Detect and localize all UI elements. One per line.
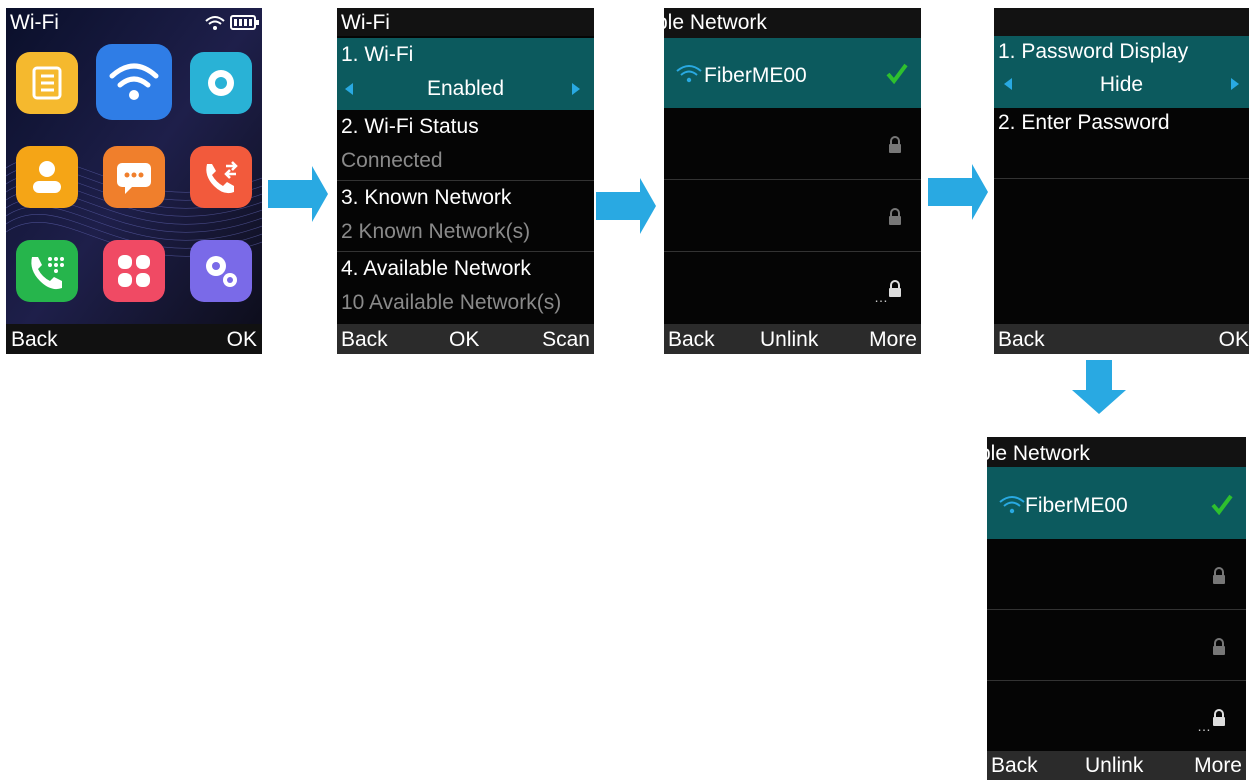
menu-item-value: Connected [341, 149, 443, 172]
password-display-value: Hide [1099, 73, 1144, 96]
softkey-bar: Back OK [994, 324, 1249, 354]
ok-softkey[interactable]: OK [1219, 327, 1249, 353]
network-name: FiberME00 [704, 64, 807, 87]
menu-item-label: 4. Available Network [341, 257, 531, 280]
dialer-app-icon[interactable] [16, 240, 78, 302]
divider [994, 178, 1249, 179]
menu-item-label: 2. Enter Password [998, 111, 1170, 134]
wifi-signal-icon [205, 16, 225, 30]
network-row-selected[interactable]: FiberME00 [664, 38, 921, 108]
call-forward-app-icon[interactable] [190, 146, 252, 208]
network-row[interactable] [987, 610, 1246, 680]
softkey-bar: Back Unlink More [987, 751, 1246, 780]
back-softkey[interactable]: Back [991, 753, 1038, 779]
menu-item-label: 2. Wi-Fi Status [341, 115, 479, 138]
directory-app-icon[interactable] [16, 52, 78, 114]
menu-item-known-network[interactable]: 3. Known Network 2 Known Network(s) [337, 181, 594, 251]
wifi-enabled-value: Enabled [426, 77, 505, 100]
more-dots-icon: … [874, 289, 888, 305]
back-softkey[interactable]: Back [11, 327, 58, 353]
title-bar: Wi-Fi [337, 8, 594, 36]
screen-title: Wi-Fi [10, 11, 59, 34]
checkmark-icon [1211, 494, 1233, 515]
more-softkey[interactable]: More [1194, 753, 1242, 779]
lock-icon [889, 208, 901, 225]
lock-icon [889, 136, 901, 153]
messages-app-icon[interactable] [103, 146, 165, 208]
title-bar [994, 8, 1249, 36]
network-name: FiberME00 [1025, 494, 1128, 517]
network-row[interactable] [664, 108, 921, 178]
network-row[interactable] [664, 180, 921, 250]
checkmark-icon [886, 63, 908, 84]
network-row[interactable]: … [987, 681, 1246, 751]
settings-app-icon[interactable] [190, 52, 252, 114]
lock-icon [1213, 567, 1225, 584]
wifi-signal-icon [999, 496, 1025, 514]
contacts-app-icon[interactable] [16, 146, 78, 208]
right-arrow-icon[interactable] [572, 83, 580, 95]
down-arrow-icon [1072, 360, 1126, 414]
unlink-softkey[interactable]: Unlink [760, 327, 818, 353]
lock-icon [889, 280, 901, 297]
lock-icon [1213, 638, 1225, 655]
title-bar: ble Network [664, 8, 921, 38]
screen-available-network: ble Network FiberME00 … Back Unlink More [664, 8, 921, 354]
menu-item-wifi-status[interactable]: 2. Wi-Fi Status Connected [337, 110, 594, 180]
right-arrow-icon [268, 166, 328, 222]
screen-title: ble Network [664, 11, 767, 34]
lock-icon [1213, 709, 1225, 726]
network-row[interactable]: … [664, 252, 921, 322]
title-bar: ble Network [987, 437, 1246, 467]
back-softkey[interactable]: Back [341, 327, 388, 353]
menu-item-label: 3. Known Network [341, 186, 512, 209]
menu-item-label: 1. Wi-Fi [341, 43, 414, 66]
network-row-selected[interactable]: FiberME00 [987, 467, 1246, 539]
advanced-settings-app-icon[interactable] [190, 240, 252, 302]
wifi-app-icon[interactable] [96, 44, 172, 120]
softkey-bar: Back Unlink More [664, 324, 921, 354]
menu-item-available-network[interactable]: 4. Available Network 10 Available Networ… [337, 252, 594, 322]
ok-softkey[interactable]: OK [227, 327, 257, 353]
right-arrow-icon [928, 164, 988, 220]
screen-title: ble Network [987, 442, 1090, 465]
menu-item-value: 2 Known Network(s) [341, 220, 531, 243]
menu-item-wifi[interactable]: 1. Wi-Fi Enabled [337, 38, 594, 110]
softkey-bar: Back OK [6, 324, 262, 354]
screen-password: 1. Password Display Hide 2. Enter Passwo… [994, 8, 1249, 354]
screen-home: Wi-Fi Back OK [6, 8, 262, 354]
menu-item-label: 1. Password Display [998, 40, 1189, 63]
features-app-icon[interactable] [103, 240, 165, 302]
status-bar: Wi-Fi [6, 8, 262, 38]
more-softkey[interactable]: More [869, 327, 917, 353]
back-softkey[interactable]: Back [998, 327, 1045, 353]
menu-item-value: 10 Available Network(s) [341, 291, 562, 314]
menu-item-password-display[interactable]: 1. Password Display Hide [994, 36, 1249, 108]
battery-icon [230, 15, 259, 30]
screen-available-network-connected: ble Network FiberME00 … Back Unlink More [987, 437, 1246, 780]
screen-title: Wi-Fi [341, 11, 390, 34]
right-arrow-icon[interactable] [1231, 78, 1239, 90]
unlink-softkey[interactable]: Unlink [1085, 753, 1143, 779]
right-arrow-icon [596, 178, 656, 234]
menu-item-enter-password[interactable]: 2. Enter Password [994, 108, 1249, 178]
screen-wifi-menu: Wi-Fi 1. Wi-Fi Enabled 2. Wi-Fi Status C… [337, 8, 594, 354]
network-row[interactable] [987, 539, 1246, 609]
wifi-signal-icon [676, 65, 702, 83]
softkey-bar: Back OK Scan [337, 324, 594, 354]
ok-softkey[interactable]: OK [449, 327, 479, 353]
more-dots-icon: … [1197, 718, 1211, 734]
back-softkey[interactable]: Back [668, 327, 715, 353]
scan-softkey[interactable]: Scan [542, 327, 590, 353]
